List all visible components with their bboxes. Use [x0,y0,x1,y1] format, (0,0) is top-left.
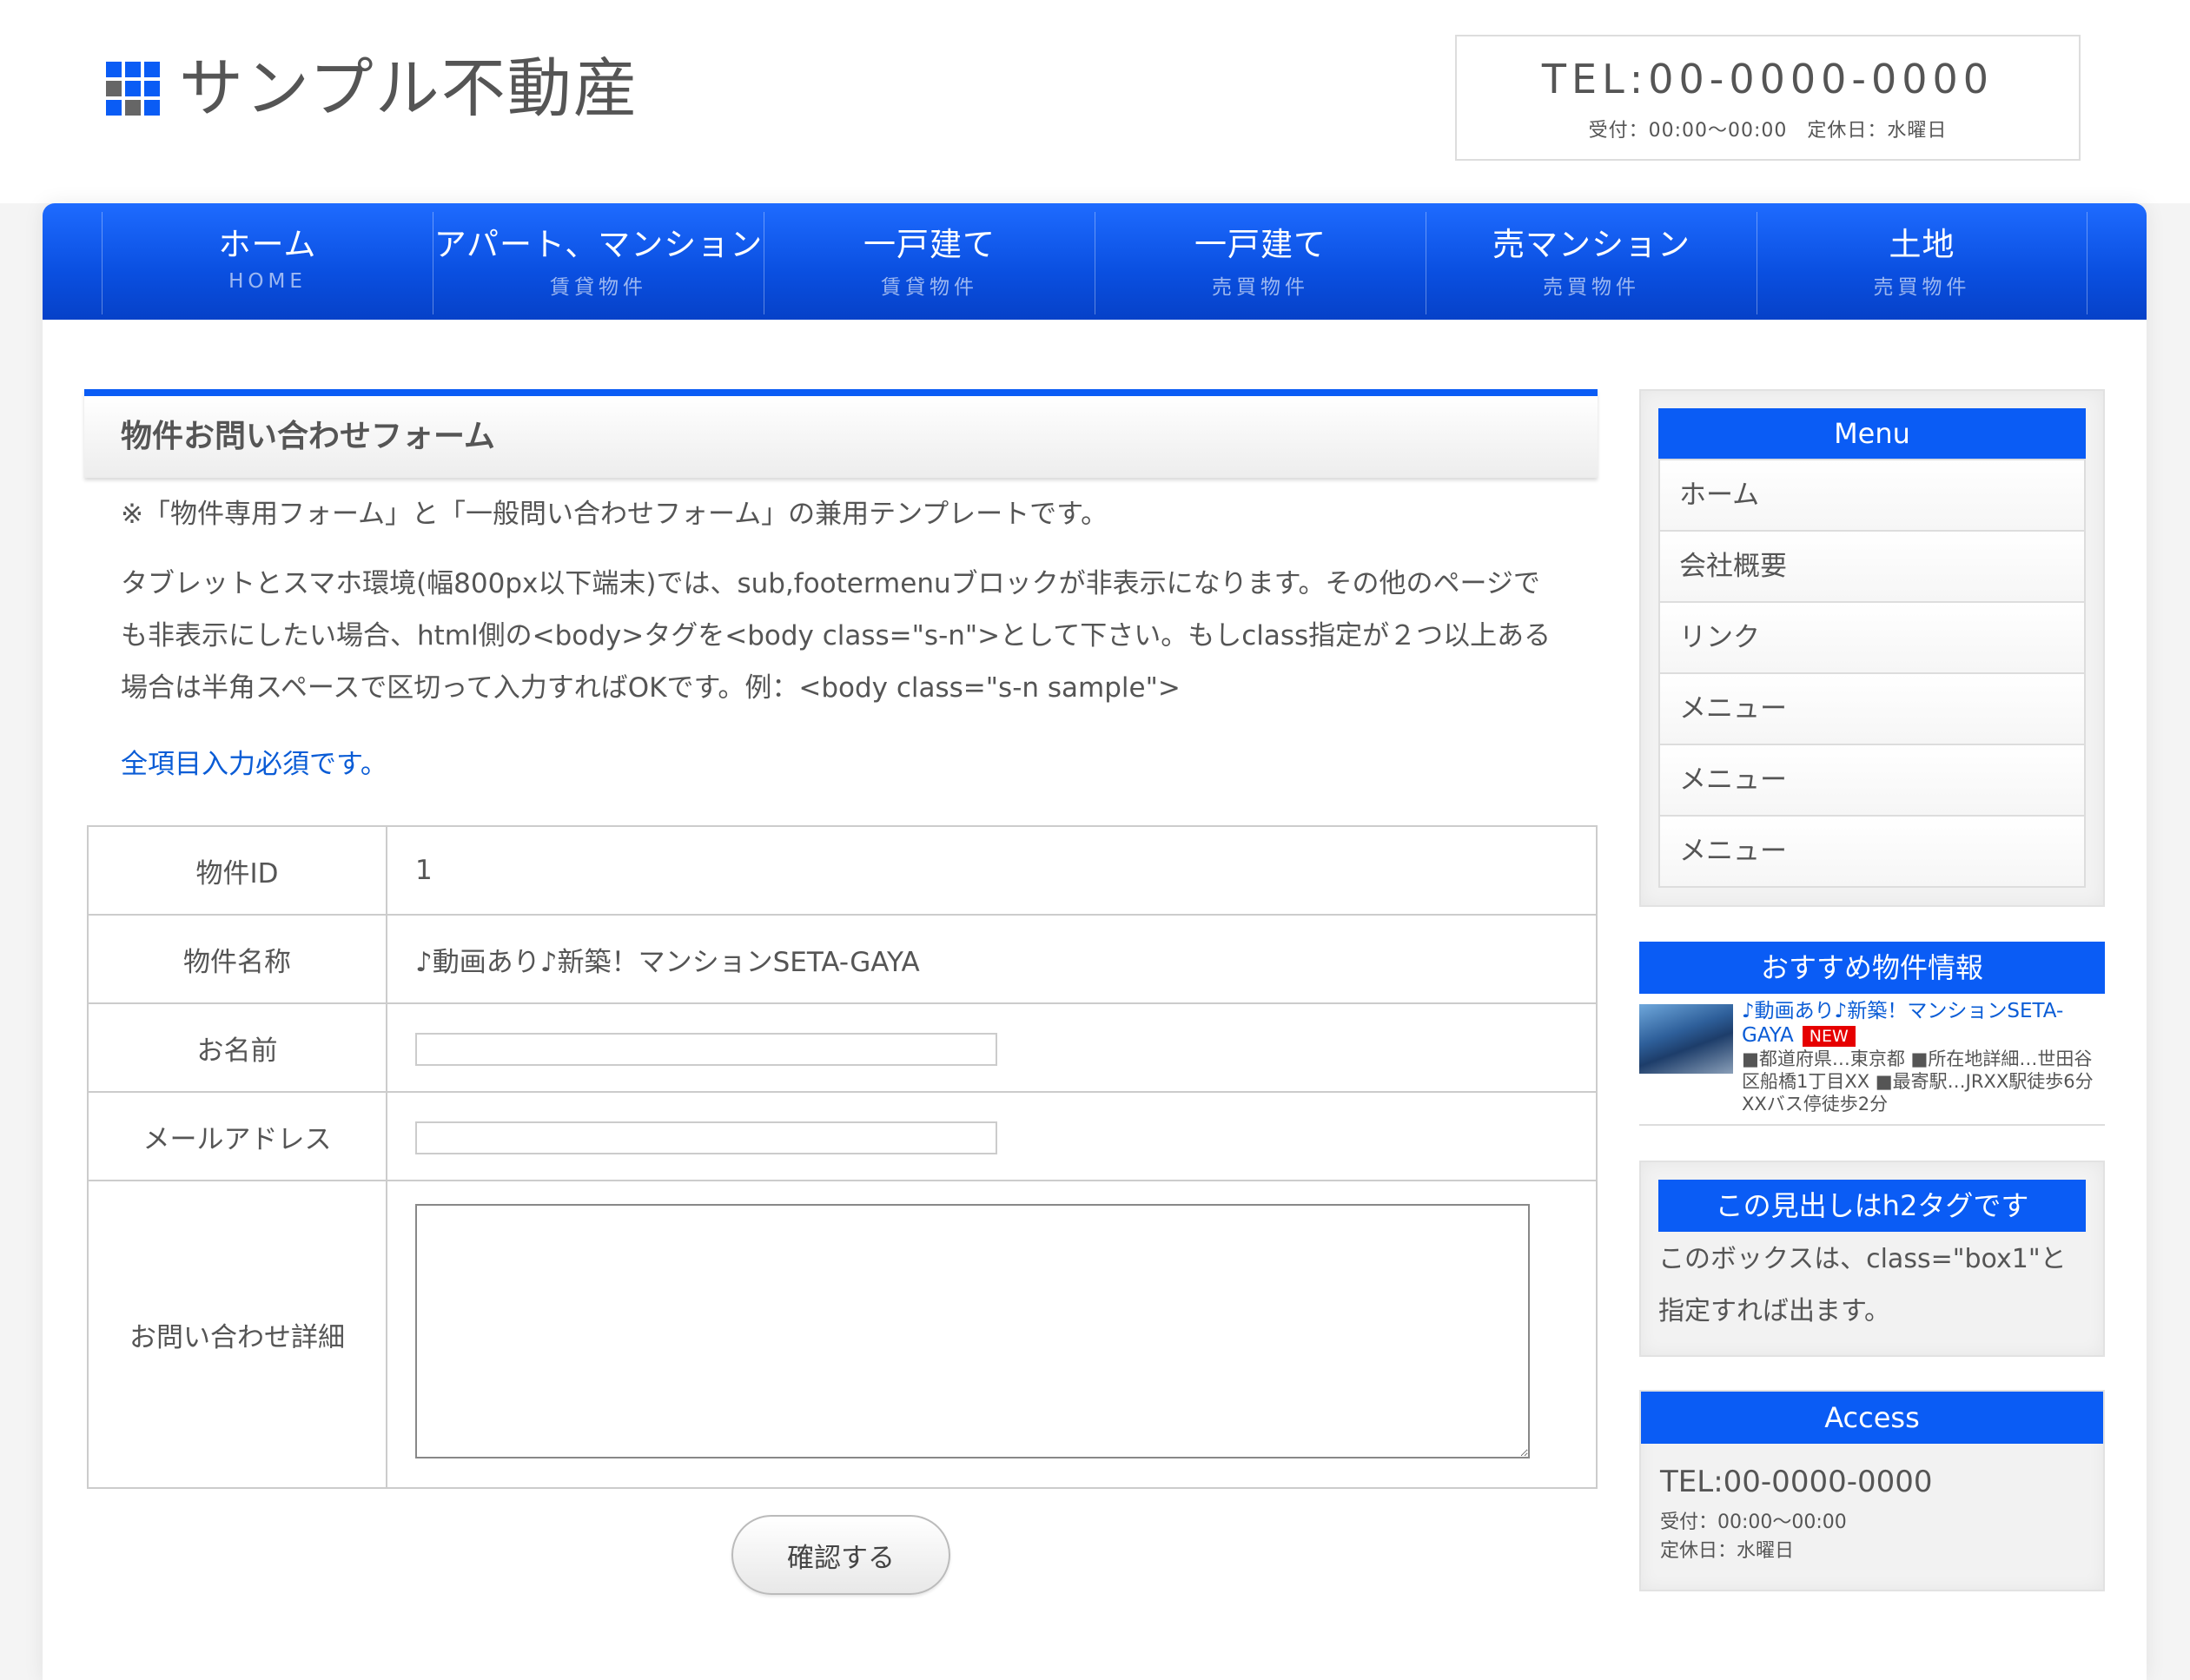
sidebar-item-menu[interactable]: メニュー [1660,672,2084,744]
access-title: Access [1641,1392,2103,1444]
sidebar-item-menu[interactable]: メニュー [1660,744,2084,815]
new-badge: NEW [1802,1026,1856,1047]
table-row: メールアドレス [87,1091,1598,1181]
site-name: サンプル不動産 [179,51,639,126]
table-row: お問い合わせ詳細 [87,1180,1598,1489]
sidebar-item-links[interactable]: リンク [1660,601,2084,672]
nav-item-sub: 売買物件 [1873,275,1971,299]
message-cell [386,1180,1598,1489]
name-input[interactable] [415,1033,997,1067]
nav-item-condo-sale[interactable]: 売マンション 売買物件 [1426,212,1757,314]
page-title: 物件お問い合わせフォーム [84,389,1598,478]
main-column: 物件お問い合わせフォーム ※「物件専用フォーム」と「一般問い合わせフォーム」の兼… [84,389,1598,1595]
nav-item-sub: 賃貸物件 [881,275,978,299]
nav-item-land[interactable]: 土地 売買物件 [1757,212,2087,314]
site-header: サンプル不動産 TEL:00-0000-0000 受付：00:00〜00:00 … [0,0,2190,203]
access-hours-wrap: 受付：00:00〜00:00 定休日：水曜日 [1660,1508,2084,1565]
message-textarea[interactable] [415,1203,1530,1458]
field-label: お問い合わせ詳細 [87,1180,387,1489]
info-box: この見出しはh2タグです このボックスは、class="box1"と指定すれば出… [1639,1161,2105,1357]
nav-item-label: 一戸建て [1194,226,1327,263]
table-row: お名前 [87,1002,1598,1093]
nav-item-label: 一戸建て [863,226,996,263]
field-label: 物件ID [87,825,387,916]
nav-item-label: ホーム [218,226,317,263]
sidebar-item-company[interactable]: 会社概要 [1660,530,2084,601]
access-hours: 受付：00:00〜00:00 [1660,1511,1847,1533]
required-notice: 全項目入力必須です。 [121,749,387,780]
info-box-body: このボックスは、class="box1"と指定すれば出ます。 [1658,1244,2067,1326]
recommended-properties: おすすめ物件情報 ♪動画あり♪新築！マンションSETA-GAYA NEW ■都道府… [1639,942,2105,1126]
table-row: 物件ID 1 [87,825,1598,916]
site-logo[interactable]: サンプル不動産 [106,56,639,121]
access-tel: TEL:00-0000-0000 [1660,1465,1933,1499]
nav-item-sub: 売買物件 [1543,275,1640,299]
inquiry-form-table: 物件ID 1 物件名称 ♪動画あり♪新築！マンションSETA-GAYA お名前 … [87,825,1598,1489]
table-row: 物件名称 ♪動画あり♪新築！マンションSETA-GAYA [87,914,1598,1004]
email-input[interactable] [415,1121,997,1155]
name-cell [386,1002,1598,1093]
header-tel: TEL:00-0000-0000 [1541,56,1995,103]
nav-item-house-rent[interactable]: 一戸建て 賃貸物件 [764,212,1095,314]
recommended-item-link[interactable]: ♪動画あり♪新築！マンションSETA-GAYA [1742,1000,2063,1047]
access-body: TEL:00-0000-0000 受付：00:00〜00:00 定休日：水曜日 [1641,1444,2103,1590]
responsive-note: タブレットとスマホ環境(幅800px以下端末)では、sub,footermenu… [121,568,1552,704]
nav-item-sub: HOME [228,269,307,293]
field-label: 物件名称 [87,914,387,1004]
content-container: ホーム HOME アパート、マンション 賃貸物件 一戸建て 賃貸物件 一戸建て … [43,203,2147,1680]
sidebar: Menu ホーム 会社概要 リンク メニュー メニュー メニュー おすすめ物件情… [1639,389,2105,1591]
nav-item-house-sale[interactable]: 一戸建て 売買物件 [1095,212,1426,314]
submit-area: 確認する [84,1515,1598,1595]
template-note: ※「物件専用フォーム」と「一般問い合わせフォーム」の兼用テンプレートです。 [121,499,1108,530]
access-holiday: 定休日：水曜日 [1660,1540,1795,1562]
nav-item-label: 売マンション [1492,226,1690,263]
confirm-button[interactable]: 確認する [731,1515,950,1595]
field-label: お名前 [87,1002,387,1093]
logo-grid-icon [106,62,160,116]
header-hours: 受付：00:00〜00:00 定休日：水曜日 [1588,120,1948,142]
recommended-item: ♪動画あり♪新築！マンションSETA-GAYA NEW ■都道府県…東京都 ■所在… [1639,994,2105,1126]
sidebar-item-menu[interactable]: メニュー [1660,815,2084,886]
property-name-value: ♪動画あり♪新築！マンションSETA-GAYA [386,914,1598,1004]
nav-item-sub: 売買物件 [1212,275,1309,299]
property-thumbnail[interactable] [1639,1004,1733,1074]
nav-item-sub: 賃貸物件 [550,275,647,299]
info-box-title: この見出しはh2タグです [1658,1180,2086,1232]
nav-item-home[interactable]: ホーム HOME [102,212,433,314]
global-nav: ホーム HOME アパート、マンション 賃貸物件 一戸建て 賃貸物件 一戸建て … [43,203,2147,320]
header-contact-box: TEL:00-0000-0000 受付：00:00〜00:00 定休日：水曜日 [1455,35,2081,161]
sidebar-item-home[interactable]: ホーム [1660,459,2084,530]
email-cell [386,1091,1598,1181]
field-label: メールアドレス [87,1091,387,1181]
sidebar-menu-box: Menu ホーム 会社概要 リンク メニュー メニュー メニュー [1639,389,2105,907]
nav-item-label: 土地 [1889,226,1955,263]
access-box: Access TEL:00-0000-0000 受付：00:00〜00:00 定… [1639,1390,2105,1591]
property-id-value: 1 [386,825,1598,916]
nav-item-label: アパート、マンション [433,226,764,263]
nav-item-apartment[interactable]: アパート、マンション 賃貸物件 [433,212,764,314]
sidebar-menu-title: Menu [1658,408,2086,459]
sidebar-menu-list: ホーム 会社概要 リンク メニュー メニュー メニュー [1658,459,2086,888]
recommended-title: おすすめ物件情報 [1639,942,2105,994]
